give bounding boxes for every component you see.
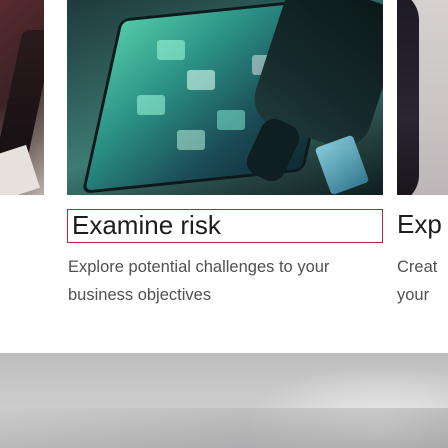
section-background-image	[0, 353, 448, 448]
page: Examine risk Explore potential challenge…	[0, 0, 448, 448]
previous-card-image[interactable]	[0, 0, 44, 195]
screen-tile	[177, 130, 205, 150]
next-card-description-line: Creat	[397, 258, 438, 276]
card-title-link[interactable]: Examine risk	[67, 209, 383, 243]
ridge-shape	[0, 408, 448, 448]
next-card-description: Creat your	[397, 253, 437, 309]
next-card-title[interactable]: Exp	[397, 209, 442, 240]
screen-tile	[137, 95, 165, 115]
screen-tile	[187, 70, 215, 90]
card-image[interactable]	[67, 0, 383, 195]
next-card-description-line: your	[397, 286, 430, 304]
screen-tile	[157, 40, 185, 60]
screen-tile	[217, 110, 245, 130]
next-card-image[interactable]	[397, 0, 448, 195]
card-description: Explore potential challenges to your bus…	[68, 258, 330, 304]
screen-glow	[314, 134, 370, 195]
paper-shape	[0, 144, 40, 195]
figure-shape	[397, 0, 419, 195]
